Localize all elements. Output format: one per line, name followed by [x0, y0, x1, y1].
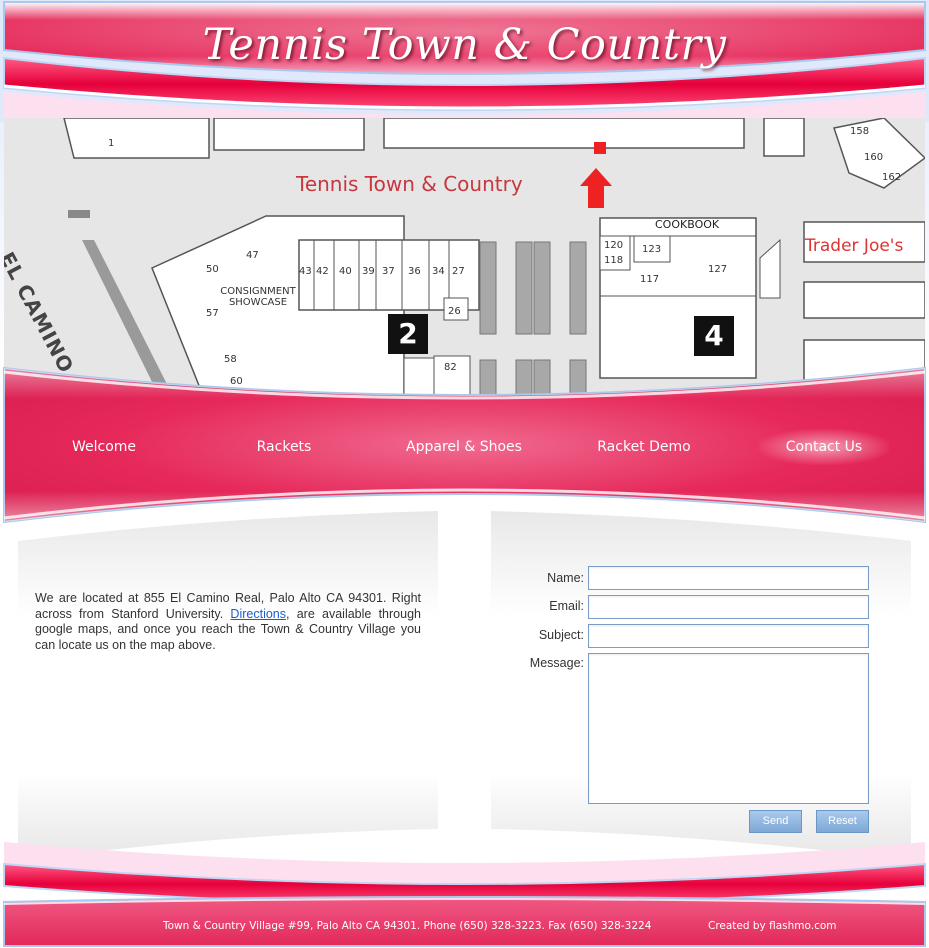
header: Tennis Town & Country	[0, 0, 929, 122]
map-unit: 37	[382, 266, 395, 277]
map-unit: 160	[864, 152, 884, 163]
footer-banner-graphic	[3, 842, 926, 947]
map-unit: 57	[206, 308, 219, 319]
nav-item-rackets[interactable]: Rackets	[214, 436, 354, 458]
nav-item-contact-us[interactable]: Contact Us	[759, 429, 889, 465]
footer-address: Town & Country Village #99, Palo Alto CA…	[163, 920, 652, 932]
map-unit: 117	[640, 274, 660, 285]
map-unit: 39	[362, 266, 375, 277]
nav-item-racket-demo[interactable]: Racket Demo	[574, 436, 714, 458]
map-block-4: 4	[694, 316, 734, 356]
map-store-label: Tennis Town & Country	[296, 172, 523, 196]
map-block-2: 2	[388, 314, 428, 354]
map-graphic	[4, 118, 925, 398]
map-unit: 158	[850, 126, 870, 137]
map-unit: 43	[299, 266, 312, 277]
name-label: Name:	[547, 571, 584, 585]
site-title: Tennis Town & Country	[202, 20, 727, 70]
footer-credit-link[interactable]: Created by flashmo.com	[708, 920, 837, 932]
email-field[interactable]	[588, 595, 869, 619]
main-navigation: Welcome Rackets Apparel & Shoes Racket D…	[0, 362, 929, 530]
map-unit: 42	[316, 266, 329, 277]
map-unit: 50	[206, 264, 219, 275]
map-unit: 162	[882, 172, 902, 183]
location-map: Tennis Town & Country Trader Joe's COOKB…	[4, 118, 925, 398]
message-field[interactable]	[588, 653, 869, 804]
map-unit: 120	[604, 240, 624, 251]
map-cookbook-label: COOKBOOK	[655, 218, 720, 231]
subject-field[interactable]	[588, 624, 869, 648]
map-unit: 127	[708, 264, 728, 275]
map-unit: 40	[339, 266, 352, 277]
map-unit: 26	[448, 306, 461, 317]
nav-item-apparel-shoes[interactable]: Apparel & Shoes	[394, 436, 534, 458]
directions-link[interactable]: Directions	[230, 607, 286, 621]
message-label: Message:	[529, 656, 584, 670]
map-unit: 118	[604, 255, 624, 266]
map-unit: 34	[432, 266, 445, 277]
footer	[0, 842, 929, 948]
map-unit: 27	[452, 266, 465, 277]
email-label: Email:	[549, 599, 584, 613]
map-unit: 123	[642, 244, 662, 255]
send-button[interactable]: Send	[749, 810, 802, 833]
about-panel	[18, 511, 438, 861]
about-text: We are located at 855 El Camino Real, Pa…	[35, 591, 421, 653]
map-consignment-label: CONSIGNMENT SHOWCASE	[220, 286, 296, 308]
name-field[interactable]	[588, 566, 869, 590]
about-panel-background	[18, 511, 438, 861]
map-unit: 1	[108, 138, 115, 149]
reset-button[interactable]: Reset	[816, 810, 869, 833]
page: Tennis Town & Country Tennis Town & Coun…	[0, 0, 929, 948]
map-trader-joes-label: Trader Joe's	[805, 236, 904, 256]
map-unit: 47	[246, 250, 259, 261]
map-unit: 36	[408, 266, 421, 277]
nav-item-welcome[interactable]: Welcome	[34, 436, 174, 458]
subject-label: Subject:	[538, 628, 584, 642]
nav-menu: Welcome Rackets Apparel & Shoes Racket D…	[0, 429, 929, 465]
